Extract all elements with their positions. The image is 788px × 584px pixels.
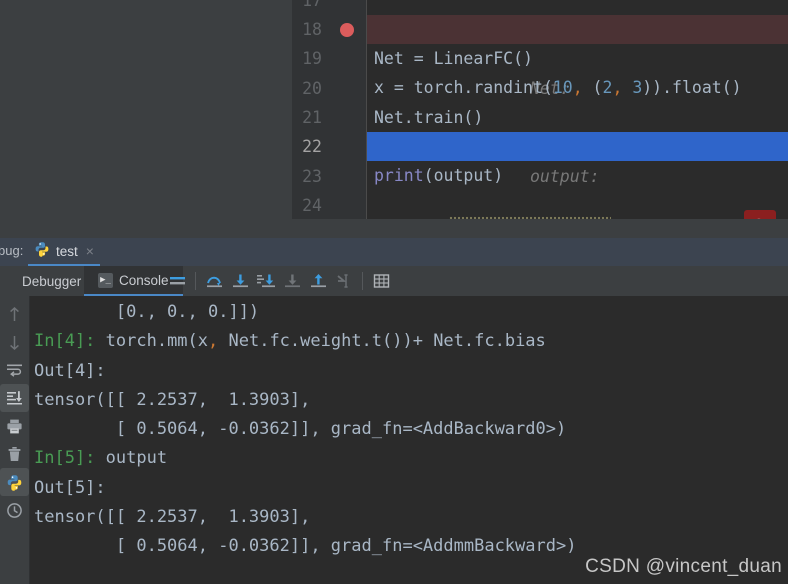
scroll-to-end-icon[interactable]: [0, 384, 29, 412]
line-number: 21: [302, 108, 322, 127]
python-console-icon[interactable]: [0, 468, 29, 496]
soft-wrap-icon[interactable]: [164, 266, 190, 296]
python-icon: [34, 241, 50, 261]
run-configuration-tab[interactable]: test ×: [28, 238, 100, 266]
tab-debugger-label: Debugger: [22, 273, 82, 289]
force-step-into-icon[interactable]: [253, 266, 279, 296]
line-number-current: 22: [302, 137, 322, 156]
code-line[interactable]: [367, 162, 788, 191]
breakpoint-icon[interactable]: [340, 23, 354, 37]
console-line-input: In[5]: output: [30, 444, 788, 473]
line-number: 20: [302, 79, 322, 98]
console-line: [ 0.5064, -0.0362]], grad_fn=<AddBackwar…: [34, 419, 567, 440]
toolbar-separator: [195, 272, 196, 290]
code-line[interactable]: x = torch.randint(10, (2, 3)).float(): [367, 44, 788, 97]
watermark: CSDN @vincent_duan: [585, 556, 782, 577]
step-over-icon[interactable]: [201, 266, 227, 296]
trash-icon[interactable]: [0, 440, 29, 468]
in-prompt: In[5]:: [34, 448, 96, 469]
line-number: 17: [302, 0, 322, 10]
editor-left-blank-panel: [0, 0, 292, 219]
step-out-up-icon[interactable]: [305, 266, 331, 296]
console-line-text: output: [95, 448, 168, 469]
console-line: tensor([[ 2.2537, 1.3903],: [34, 507, 311, 528]
history-icon[interactable]: [0, 496, 29, 524]
step-out-icon[interactable]: [279, 266, 305, 296]
run-to-cursor-icon[interactable]: [331, 266, 357, 296]
line-number: 24: [302, 196, 322, 215]
console-prompt-icon: ▶_: [98, 272, 113, 288]
line-number: 19: [302, 49, 322, 68]
code-line-selected[interactable]: print(output): [367, 132, 788, 185]
run-tab-label: test: [56, 243, 78, 259]
tab-console-label: Console: [119, 272, 169, 288]
in-prompt: In[4]:: [34, 331, 96, 352]
debug-tabbar: bug: test ×: [0, 238, 788, 266]
soft-wrap-lines-icon[interactable]: [0, 356, 29, 384]
console-line-input: In[4]: torch.mm(x, Net.fc.weight.t())+ N…: [30, 327, 788, 356]
inspection-squiggle: [449, 215, 611, 219]
console-line: [0., 0., 0.]]): [34, 302, 260, 322]
console-line: tensor([[ 2.2537, 1.3903],: [34, 389, 311, 410]
tab-debugger[interactable]: Debugger: [8, 266, 95, 296]
toolbar-separator: [362, 272, 363, 290]
debug-tool-tabs-row: Debugger ▶_ Console: [0, 266, 788, 297]
code-editor[interactable]: 17 18 19 20 21 22 23 24 Net = LinearFC()…: [292, 0, 788, 219]
down-arrow-icon[interactable]: [0, 328, 29, 356]
print-icon[interactable]: [0, 412, 29, 440]
search-icon[interactable]: [744, 210, 776, 219]
close-icon[interactable]: ×: [86, 243, 94, 259]
code-line-breakpoint[interactable]: Net = LinearFC() Net:: [367, 15, 788, 98]
console-line-text: torch.mm(x, Net.fc.weight.t())+ Net.fc.b…: [95, 331, 546, 352]
console-output[interactable]: [0., 0., 0.]]) In[4]: torch.mm(x, Net.fc…: [30, 296, 788, 584]
pycharm-window: 17 18 19 20 21 22 23 24 Net = LinearFC()…: [0, 0, 788, 584]
line-number: 23: [302, 167, 322, 186]
console-side-toolbar: [0, 296, 30, 584]
code-line[interactable]: output = Net(x) output:: [367, 103, 788, 185]
console-line: Out[4]:: [34, 360, 106, 381]
code-line[interactable]: Net.train(): [367, 74, 788, 127]
debug-label: bug:: [0, 243, 24, 258]
line-number: 18: [302, 20, 322, 39]
editor-region: 17 18 19 20 21 22 23 24 Net = LinearFC()…: [0, 0, 788, 219]
console-line: Out[5]:: [34, 477, 106, 498]
code-text-area[interactable]: Net = LinearFC() Net: x = torch.randint(…: [367, 0, 788, 219]
up-arrow-icon[interactable]: [0, 300, 29, 328]
debug-actions-toolbar: [164, 266, 394, 296]
step-into-icon[interactable]: [227, 266, 253, 296]
console-panel: [0., 0., 0.]]) In[4]: torch.mm(x, Net.fc…: [0, 296, 788, 584]
editor-gutter[interactable]: 17 18 19 20 21 22 23 24: [292, 0, 367, 219]
code-line[interactable]: [367, 0, 788, 15]
show-as-table-icon[interactable]: [368, 266, 394, 296]
